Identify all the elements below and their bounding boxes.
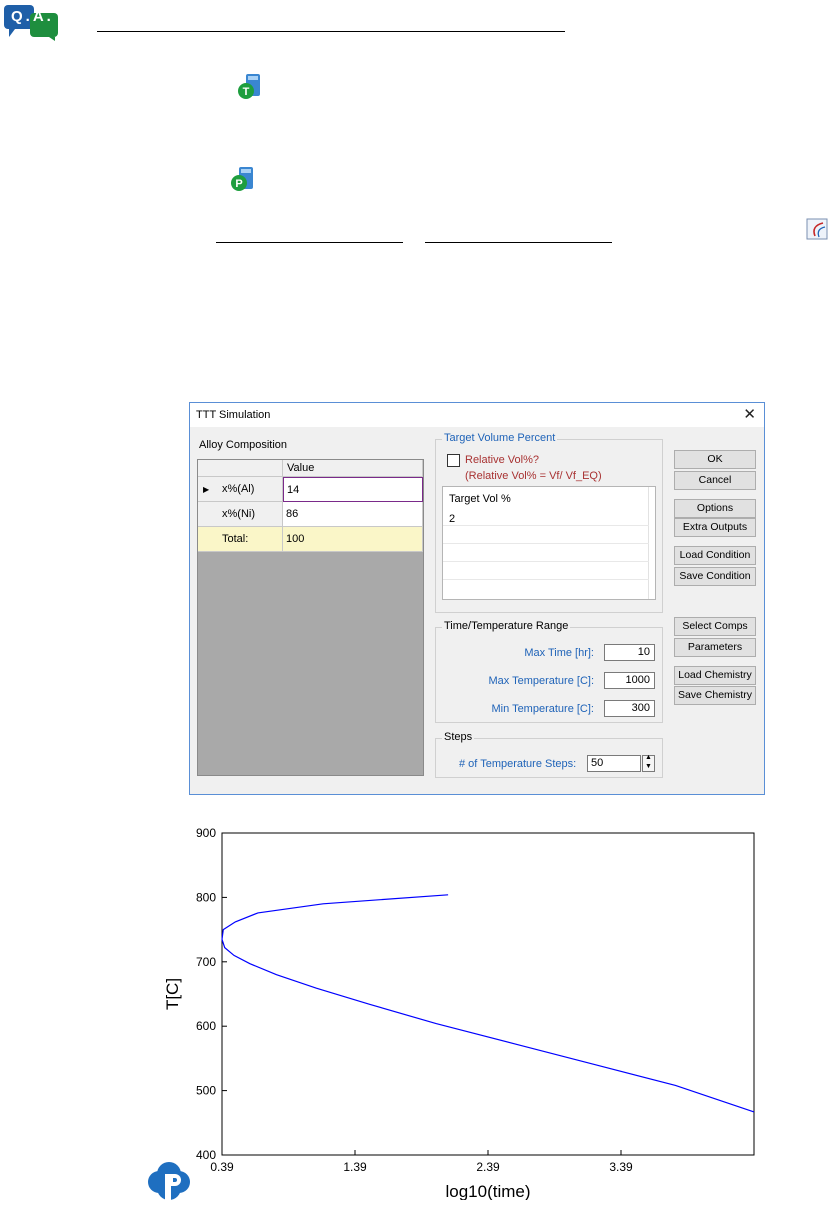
- relative-vol-checkbox[interactable]: [447, 454, 460, 467]
- list-divider: [443, 543, 649, 544]
- pandat-logo-icon: [148, 1162, 190, 1200]
- al-value-cell[interactable]: 14: [283, 477, 423, 502]
- svg-text:P: P: [235, 178, 242, 190]
- y-tick-label: 500: [196, 1084, 216, 1098]
- temperature-steps-spinner[interactable]: ▲ ▼: [642, 754, 655, 772]
- total-value: 100: [283, 527, 423, 552]
- min-temperature-label: Min Temperature [C]:: [491, 703, 594, 715]
- min-temperature-input[interactable]: 300: [604, 700, 655, 717]
- target-vol-list[interactable]: Target Vol % 2: [442, 486, 656, 600]
- ni-value-cell[interactable]: 86: [283, 502, 423, 527]
- select-comps-button[interactable]: Select Comps: [674, 617, 756, 636]
- grid-column-header: Value: [283, 460, 423, 477]
- total-label: Total:: [222, 533, 249, 545]
- ttt-chart: 4005006007008009000.39 1.39 2.39 3.39log10(…: [163, 826, 755, 1200]
- time-temperature-label: Time/Temperature Range: [442, 620, 571, 632]
- y-tick-label: 700: [196, 955, 216, 969]
- x-tick-label: 1.39: [343, 1160, 367, 1174]
- spin-down-icon[interactable]: ▼: [645, 763, 652, 770]
- alloy-composition-grid[interactable]: Value ▶ x%(Al) 14 x%(Ni) 86 Total: 100: [197, 459, 424, 776]
- ttt-module-icon: T: [236, 72, 264, 102]
- y-axis-label: T[C]: [163, 978, 182, 1010]
- pandat-logo: [145, 1160, 193, 1204]
- ttt-plot-icon: [806, 218, 828, 240]
- y-tick-label: 800: [196, 890, 216, 904]
- list-divider: [443, 525, 649, 526]
- steps-group: Steps # of Temperature Steps: 50 ▲ ▼: [435, 731, 663, 778]
- row-selector: x%(Ni): [198, 502, 283, 527]
- x-tick-label: 3.39: [609, 1160, 633, 1174]
- grid-header-row: Value: [198, 460, 423, 477]
- link-underline-right: [425, 242, 612, 243]
- spin-up-icon[interactable]: ▲: [645, 754, 652, 761]
- alloy-composition-label: Alloy Composition: [199, 439, 288, 451]
- time-temperature-group: Time/Temperature Range Max Time [hr]: 10…: [435, 620, 663, 723]
- close-icon[interactable]: ✕: [743, 405, 756, 423]
- ok-button[interactable]: OK: [674, 450, 756, 469]
- max-temperature-label: Max Temperature [C]:: [488, 675, 594, 687]
- cancel-button[interactable]: Cancel: [674, 471, 756, 490]
- temperature-steps-label: # of Temperature Steps:: [459, 758, 577, 770]
- row-pointer-icon: ▶: [203, 485, 210, 494]
- parameters-button[interactable]: Parameters: [674, 638, 756, 657]
- load-condition-button[interactable]: Load Condition: [674, 546, 756, 565]
- table-row[interactable]: x%(Ni) 86: [198, 502, 423, 527]
- options-button[interactable]: Options: [674, 499, 756, 518]
- svg-text:T: T: [243, 86, 250, 98]
- plot-frame: [221, 832, 755, 1156]
- y-tick-label: 600: [196, 1019, 216, 1033]
- list-item[interactable]: 2: [449, 513, 455, 525]
- target-volume-label: Target Volume Percent: [442, 432, 558, 444]
- link-underline-left: [216, 242, 403, 243]
- list-scroll-rail: [648, 487, 655, 599]
- max-temperature-input[interactable]: 1000: [604, 672, 655, 689]
- total-row: Total: 100: [198, 527, 423, 552]
- series-line: [221, 894, 755, 1113]
- qa-badge-text: Q.A.: [11, 8, 54, 25]
- x-tick-label: 2.39: [476, 1160, 500, 1174]
- load-chemistry-button[interactable]: Load Chemistry: [674, 666, 756, 685]
- ttt-simulation-dialog: TTT Simulation ✕ Alloy Composition Value…: [189, 402, 765, 795]
- target-vol-list-header: Target Vol %: [449, 493, 511, 505]
- save-chemistry-button[interactable]: Save Chemistry: [674, 686, 756, 705]
- qa-badge: Q.A.: [3, 3, 59, 41]
- steps-label: Steps: [442, 731, 475, 743]
- max-time-input[interactable]: 10: [604, 644, 655, 661]
- table-row[interactable]: ▶ x%(Al) 14: [198, 477, 423, 502]
- dialog-title-bar: TTT Simulation ✕: [190, 403, 764, 427]
- precipitation-module-icon: P: [229, 163, 259, 195]
- dialog-title: TTT Simulation: [196, 409, 271, 421]
- target-volume-group: Target Volume Percent Relative Vol%? (Re…: [435, 432, 663, 613]
- extra-outputs-button[interactable]: Extra Outputs: [674, 518, 756, 537]
- row-name: x%(Al): [222, 483, 255, 495]
- link-underline: [97, 31, 565, 32]
- relative-vol-formula: (Relative Vol% = Vf/ Vf_EQ): [465, 470, 602, 482]
- grid-header-corner: [198, 460, 283, 477]
- max-time-label: Max Time [hr]:: [524, 647, 594, 659]
- relative-vol-label[interactable]: Relative Vol%?: [465, 454, 539, 466]
- total-cell: Total:: [198, 527, 283, 552]
- save-condition-button[interactable]: Save Condition: [674, 567, 756, 586]
- x-axis-label: log10(time): [445, 1182, 530, 1200]
- list-divider: [443, 561, 649, 562]
- row-selector: ▶ x%(Al): [198, 477, 283, 502]
- row-name: x%(Ni): [222, 508, 255, 520]
- temperature-steps-input[interactable]: 50: [587, 755, 641, 772]
- x-tick-label: 0.39: [210, 1160, 234, 1174]
- y-tick-label: 900: [196, 826, 216, 840]
- list-divider: [443, 579, 649, 580]
